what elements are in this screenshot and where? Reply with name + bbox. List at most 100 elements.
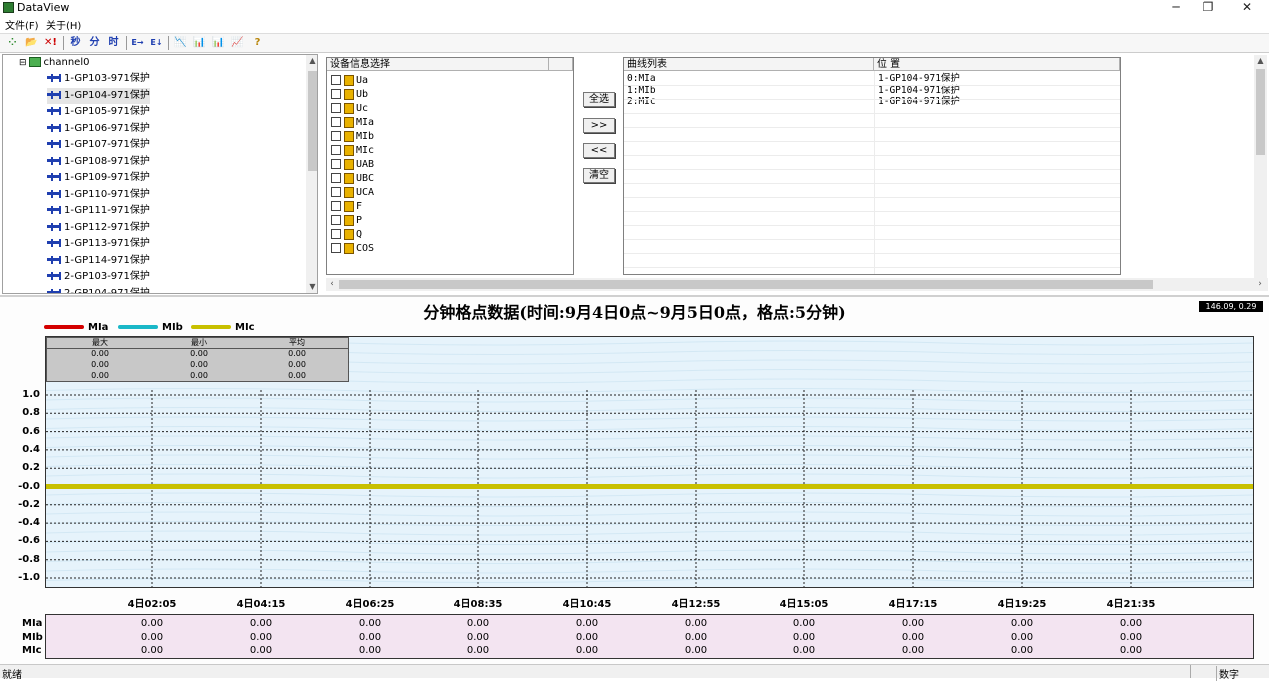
seconds-button[interactable]: 秒 <box>68 36 83 50</box>
device-checkbox[interactable] <box>331 103 341 113</box>
curve-location: 1-GP104-971保护 <box>878 96 960 107</box>
device-item[interactable]: Ub <box>331 88 368 102</box>
horizontal-scrollbar[interactable]: ‹ › <box>326 278 1268 291</box>
tree-item[interactable]: 1-GP111-971保护 <box>47 203 150 219</box>
add-button[interactable]: >> <box>583 118 615 133</box>
device-checkbox[interactable] <box>331 117 341 127</box>
scroll-thumb[interactable] <box>308 71 317 171</box>
hscroll-thumb[interactable] <box>339 280 1153 289</box>
toolbar <box>0 33 1269 53</box>
bar-chart-icon[interactable]: 📊 <box>192 36 207 50</box>
tree-item[interactable]: 1-GP105-971保护 <box>47 104 150 120</box>
export-v-icon[interactable]: E↓ <box>149 36 164 50</box>
bar-chart-alt-icon[interactable]: 📊 <box>211 36 226 50</box>
scroll-up-icon[interactable]: ▲ <box>1254 55 1267 67</box>
device-info-header[interactable]: 设备信息选择 <box>327 58 549 71</box>
minutes-button[interactable]: 分 <box>87 36 102 50</box>
device-item[interactable]: UBC <box>331 172 374 186</box>
background-texture <box>46 416 1253 422</box>
curve-item[interactable]: 0:MIa <box>627 73 656 85</box>
device-info-header-extra[interactable] <box>549 58 573 71</box>
device-node-icon <box>47 255 61 264</box>
strip-value: 0.00 <box>901 631 925 643</box>
device-checkbox[interactable] <box>331 243 341 253</box>
help-icon[interactable]: ? <box>250 36 265 50</box>
open-folder-icon[interactable]: 📂 <box>24 36 39 50</box>
status-indicator: 数字 <box>1216 666 1239 681</box>
tree-item[interactable]: 2-GP104-971保护 <box>47 286 150 293</box>
device-signal-icon <box>344 172 354 184</box>
strip-value: 0.00 <box>358 618 382 629</box>
tree-root[interactable]: ⊟ channel0 <box>19 55 89 71</box>
export-h-icon[interactable]: E→ <box>130 36 145 50</box>
tree-item[interactable]: 1-GP109-971保护 <box>47 170 150 186</box>
scroll-left-icon[interactable]: ‹ <box>326 278 338 291</box>
remove-button[interactable]: << <box>583 143 615 158</box>
menu-about[interactable]: 关于(H) <box>46 17 81 32</box>
device-item[interactable]: Q <box>331 228 362 242</box>
device-checkbox[interactable] <box>331 131 341 141</box>
device-tree[interactable]: ⊟ channel0 1-GP103-971保护 1-GP104-971保护 1-GP… <box>2 54 318 294</box>
close-button[interactable]: ✕ <box>1227 0 1267 16</box>
device-checkbox[interactable] <box>331 215 341 225</box>
scroll-up-icon[interactable]: ▲ <box>306 55 317 67</box>
background-texture <box>46 568 1253 574</box>
strip-value: 0.00 <box>684 631 708 643</box>
delete-icon[interactable]: ✕! <box>43 36 58 50</box>
curve-list-header[interactable]: 曲线列表 <box>624 58 874 71</box>
device-item[interactable]: MIc <box>331 144 374 158</box>
collapse-icon[interactable]: ⊟ <box>19 58 27 68</box>
tree-item[interactable]: 1-GP104-971保护 <box>47 87 150 104</box>
device-item[interactable]: COS <box>331 242 374 256</box>
line-chart-icon[interactable]: 📉 <box>173 36 188 50</box>
maximize-button[interactable]: ❐ <box>1188 0 1228 16</box>
trend-chart-icon[interactable]: 📈 <box>230 36 245 50</box>
select-all-button[interactable]: 全选 <box>583 92 615 107</box>
hours-button[interactable]: 时 <box>106 36 121 50</box>
device-checkbox[interactable] <box>331 173 341 183</box>
tree-item[interactable]: 1-GP110-971保护 <box>47 187 150 203</box>
tree-scrollbar[interactable]: ▲ ▼ <box>306 55 317 293</box>
legend-mib: MIb <box>118 322 183 333</box>
menu-file[interactable]: 文件(F) <box>5 17 39 32</box>
background-texture <box>46 492 1253 498</box>
legend-mia: MIa <box>44 322 108 333</box>
strip-value: 0.00 <box>792 618 816 629</box>
device-item[interactable]: Uc <box>331 102 368 116</box>
device-checkbox[interactable] <box>331 145 341 155</box>
scroll-right-icon[interactable]: › <box>1254 278 1266 291</box>
menu-bar <box>0 16 1269 33</box>
device-item[interactable]: MIb <box>331 130 374 144</box>
tree-item[interactable]: 1-GP107-971保护 <box>47 137 150 153</box>
device-item[interactable]: MIa <box>331 116 374 130</box>
tree-item[interactable]: 1-GP103-971保护 <box>47 71 150 87</box>
device-item[interactable]: UAB <box>331 158 374 172</box>
device-checkbox[interactable] <box>331 75 341 85</box>
device-checkbox[interactable] <box>331 159 341 169</box>
device-checkbox[interactable] <box>331 89 341 99</box>
tree-item[interactable]: 1-GP114-971保护 <box>47 253 150 269</box>
curve-item[interactable]: 2:MIc <box>627 96 656 108</box>
tree-item[interactable]: 1-GP113-971保护 <box>47 236 150 252</box>
scroll-down-icon[interactable]: ▼ <box>306 281 317 293</box>
device-item[interactable]: F <box>331 200 362 214</box>
curve-item[interactable]: 1:MIb <box>627 85 656 97</box>
device-item-label: COS <box>356 243 375 254</box>
device-item[interactable]: P <box>331 214 362 228</box>
grid-icon[interactable]: ⁘ <box>5 36 20 50</box>
y-tick-label: -0.4 <box>18 517 40 529</box>
device-item[interactable]: Ua <box>331 74 368 88</box>
scroll-thumb[interactable] <box>1256 69 1265 155</box>
device-checkbox[interactable] <box>331 187 341 197</box>
device-item-label: Uc <box>356 103 369 114</box>
device-item[interactable]: UCA <box>331 186 374 200</box>
tree-item[interactable]: 1-GP108-971保护 <box>47 154 150 170</box>
right-scrollbar[interactable]: ▲ ▼ <box>1254 55 1267 291</box>
device-checkbox[interactable] <box>331 201 341 211</box>
tree-item[interactable]: 1-GP112-971保护 <box>47 220 150 236</box>
tree-item[interactable]: 2-GP103-971保护 <box>47 269 150 285</box>
clear-button[interactable]: 清空 <box>583 168 615 183</box>
location-header[interactable]: 位 置 <box>874 58 1120 71</box>
device-checkbox[interactable] <box>331 229 341 239</box>
tree-item[interactable]: 1-GP106-971保护 <box>47 121 150 137</box>
